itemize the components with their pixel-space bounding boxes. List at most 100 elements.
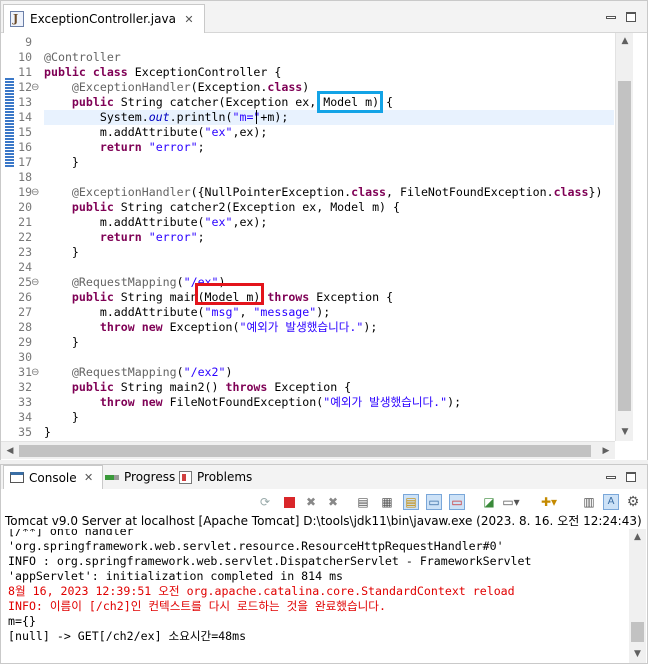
settings-gear-icon[interactable]: ⚙: [625, 494, 641, 510]
scroll-up-icon[interactable]: ▲: [616, 36, 634, 46]
code-token: m.addAttribute(: [44, 125, 205, 139]
fold-toggle-icon[interactable]: ⊖: [31, 80, 39, 95]
auto-format-icon[interactable]: A: [603, 494, 619, 510]
code-line[interactable]: return "error";: [44, 140, 205, 155]
code-token: return: [99, 140, 149, 154]
scroll-down-icon[interactable]: ▼: [616, 427, 634, 437]
word-wrap-icon[interactable]: ▤: [403, 494, 419, 510]
code-line[interactable]: }: [44, 245, 79, 260]
code-token: }: [44, 245, 79, 259]
console-vertical-scrollbar[interactable]: ▲ ▼: [629, 529, 646, 663]
code-line[interactable]: @ExceptionHandler(Exception.class): [44, 80, 309, 95]
line-number: 35: [18, 425, 32, 439]
code-line[interactable]: }: [44, 335, 79, 350]
editor-horizontal-scrollbar[interactable]: ◀ ▶: [1, 441, 615, 459]
console-line: INFO : org.springframework.web.servlet.D…: [8, 554, 532, 568]
editor-vertical-scroll-thumb[interactable]: [618, 81, 631, 411]
console-minimize-icon[interactable]: [605, 471, 617, 483]
code-line[interactable]: }: [44, 410, 79, 425]
code-line[interactable]: @Controller: [44, 50, 121, 65]
console-scroll-up-icon[interactable]: ▲: [629, 532, 646, 542]
code-token: "message": [253, 305, 317, 319]
code-token: m.addAttribute(: [44, 215, 205, 229]
maximize-icon[interactable]: [625, 11, 637, 23]
console-line: 'appServlet': initialization completed i…: [8, 569, 344, 583]
line-number: 9: [25, 35, 32, 49]
code-line[interactable]: public String main2() throws Exception {: [44, 380, 351, 395]
minimize-icon[interactable]: [605, 11, 617, 23]
show-on-stdout-icon[interactable]: ▭: [426, 494, 442, 510]
code-token: ,: [239, 305, 254, 319]
clear-console-icon[interactable]: ▤: [355, 494, 371, 510]
code-token: @RequestMapping: [71, 365, 177, 379]
editor-tab-exception-controller[interactable]: ExceptionController.java ✕: [3, 4, 205, 33]
console-scroll-down-icon[interactable]: ▼: [629, 649, 646, 659]
scroll-right-icon[interactable]: ▶: [597, 446, 615, 456]
code-token: Exception {: [316, 290, 394, 304]
line-number: 34: [18, 410, 32, 424]
console-line: [null] -> GET[/ch2/ex] 소요시간=48ms: [8, 629, 247, 643]
code-token: public class: [44, 65, 135, 79]
line-number: 19: [18, 185, 32, 199]
code-line[interactable]: throw new Exception("예외가 발생했습니다.");: [44, 320, 378, 335]
code-line[interactable]: }: [44, 155, 79, 170]
open-console-icon[interactable]: ✚▾: [541, 494, 557, 510]
code-editor[interactable]: 9 10 11 12 ⊖ 13 14 15 16 17 18 19 ⊖ 20 21 22 23 24 25 ⊖ 26 27…: [1, 33, 647, 460]
line-number: 22: [18, 230, 32, 244]
code-token: .println(: [169, 110, 233, 124]
editor-horizontal-scroll-thumb[interactable]: [19, 445, 591, 457]
show-on-stderr-icon[interactable]: ▭: [449, 494, 465, 510]
code-token: );: [447, 395, 462, 409]
display-selected-console-icon[interactable]: ▭▾: [502, 494, 519, 510]
code-line[interactable]: }: [44, 425, 51, 440]
code-token: return: [99, 230, 149, 244]
code-line[interactable]: @RequestMapping("/ex2"): [44, 365, 233, 380]
code-token: FileNotFoundException(: [169, 395, 324, 409]
code-line[interactable]: public String catcher2(Exception ex, Mod…: [44, 200, 400, 215]
tab-progress[interactable]: Progress: [105, 465, 175, 489]
disconnect-icon[interactable]: ⟳: [257, 494, 273, 510]
fold-toggle-icon[interactable]: ⊖: [31, 365, 39, 380]
line-number: 20: [18, 200, 32, 214]
code-token: }: [44, 335, 79, 349]
code-token: class: [553, 185, 589, 199]
code-token: ExceptionController {: [134, 65, 282, 79]
code-line[interactable]: m.addAttribute("msg", "message");: [44, 305, 330, 320]
pin-console-icon[interactable]: ◪: [481, 494, 497, 510]
code-token: ): [225, 365, 233, 379]
close-tab-icon[interactable]: ✕: [182, 12, 196, 26]
code-token: m.addAttribute(: [44, 305, 205, 319]
terminate-icon[interactable]: [281, 494, 297, 510]
code-line[interactable]: return "error";: [44, 230, 205, 245]
scroll-lock-icon[interactable]: ▦: [379, 494, 395, 510]
line-number: 27: [18, 305, 32, 319]
code-line[interactable]: public class ExceptionController {: [44, 65, 281, 80]
code-line[interactable]: throw new FileNotFoundException("예외가 발생했…: [44, 395, 461, 410]
code-token: "ex": [204, 215, 233, 229]
line-number: 12: [18, 80, 32, 94]
code-line[interactable]: m.addAttribute("ex",ex);: [44, 125, 268, 140]
code-line[interactable]: m.addAttribute("ex",ex);: [44, 215, 268, 230]
line-number: 30: [18, 350, 32, 364]
remove-all-terminated-icon[interactable]: ✖: [325, 494, 341, 510]
close-console-icon[interactable]: ✕: [82, 471, 96, 485]
code-line[interactable]: @ExceptionHandler({NullPointerException.…: [44, 185, 603, 200]
fold-toggle-icon[interactable]: ⊖: [31, 185, 39, 200]
line-number: 24: [18, 260, 32, 274]
tab-console[interactable]: Console ✕: [3, 465, 103, 489]
console-output[interactable]: [/**] onto handler'org.springframework.w…: [1, 529, 629, 663]
code-token: );: [316, 305, 331, 319]
fold-toggle-icon[interactable]: ⊖: [31, 275, 39, 290]
line-number: 28: [18, 320, 32, 334]
remove-launch-icon[interactable]: ✖: [303, 494, 319, 510]
copy-icon[interactable]: ▥: [581, 494, 597, 510]
console-maximize-icon[interactable]: [625, 471, 637, 483]
scroll-left-icon[interactable]: ◀: [1, 446, 19, 456]
code-token: Exception {: [274, 380, 352, 394]
tab-problems[interactable]: Problems: [179, 465, 252, 489]
editor-vertical-scrollbar[interactable]: ▲ ▼: [615, 33, 633, 441]
console-vertical-scroll-thumb[interactable]: [631, 622, 644, 642]
